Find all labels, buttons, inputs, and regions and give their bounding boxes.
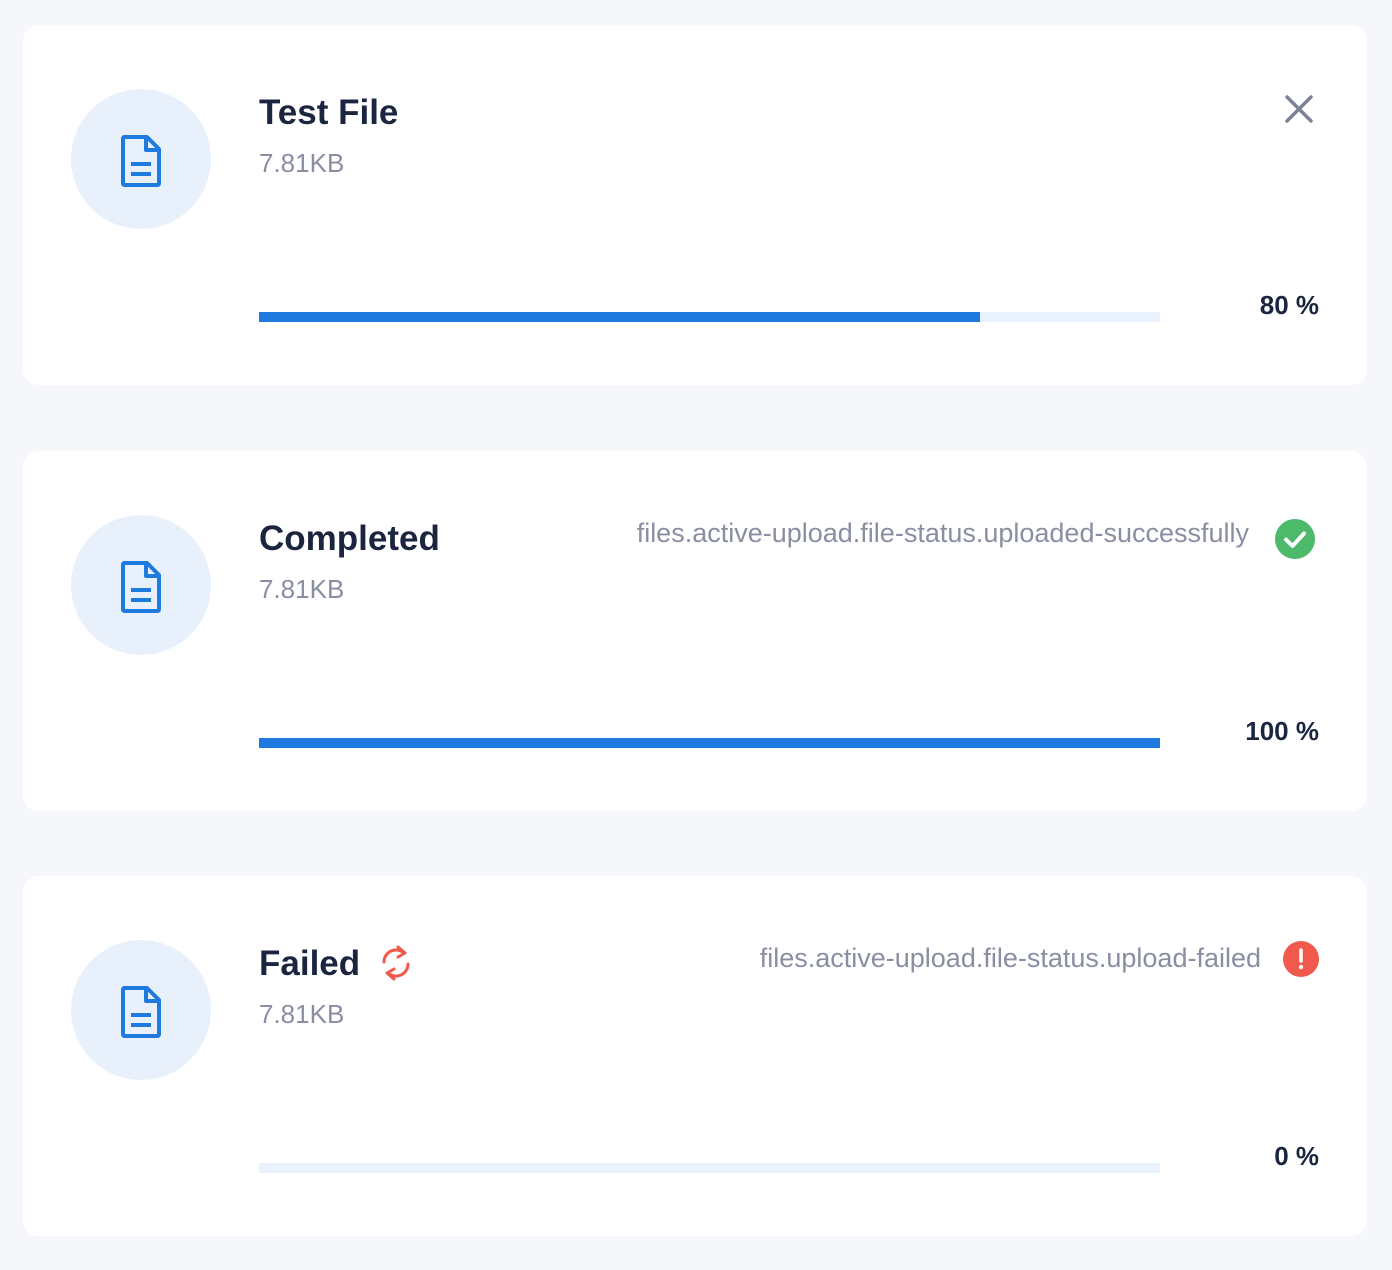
upload-item: Test File 7.81KB 80 % [23,25,1367,385]
retry-upload-button[interactable] [378,942,414,984]
cancel-upload-button[interactable] [1279,89,1319,129]
file-size: 7.81KB [259,999,345,1029]
progress-percent: 100 % [1245,716,1319,746]
progress-bar [259,1163,1160,1173]
close-icon [1285,95,1313,123]
upload-status-text: files.active-upload.file-status.uploaded… [636,518,1249,548]
progress-bar-fill [259,312,980,322]
retry-icon [382,945,410,981]
progress-bar-fill [259,738,1160,748]
file-icon-container [71,940,211,1080]
file-name: Failed [259,944,361,983]
upload-status-text: files.active-upload.file-status.upload-f… [759,943,1261,973]
progress-bar [259,312,1160,322]
file-name: Completed [259,519,440,558]
progress-bar [259,738,1160,748]
check-circle-icon [1275,519,1315,559]
file-document-icon [121,986,161,1038]
file-size: 7.81KB [259,148,345,178]
file-icon-container [71,515,211,655]
file-name: Test File [259,93,399,132]
file-document-icon [121,561,161,613]
file-icon-container [71,89,211,229]
file-size: 7.81KB [259,574,345,604]
error-circle-icon [1283,941,1319,977]
progress-percent: 0 % [1274,1141,1319,1171]
file-document-icon [121,135,161,187]
upload-item: Failed 7.81KB files.active-upload.file-s… [23,876,1367,1236]
progress-percent: 80 % [1259,290,1319,320]
upload-item: Completed 7.81KB files.active-upload.fil… [23,451,1367,811]
